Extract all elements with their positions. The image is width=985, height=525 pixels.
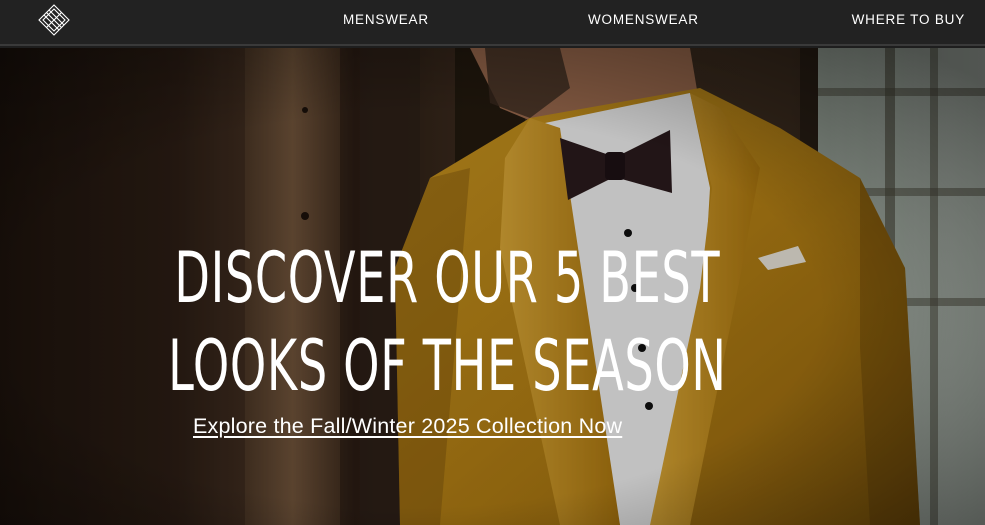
hero-headline: DISCOVER OUR 5 BEST LOOKS OF THE SEASON	[152, 234, 743, 410]
hero-headline-line-2: LOOKS OF THE SEASON	[168, 325, 727, 407]
hero-banner: DISCOVER OUR 5 BEST LOOKS OF THE SEASON …	[0, 48, 985, 525]
top-navigation-bar: MENSWEAR WOMENSWEAR WHERE TO BUY	[0, 0, 985, 46]
diamond-lattice-logo-icon[interactable]	[37, 3, 71, 37]
explore-collection-link[interactable]: Explore the Fall/Winter 2025 Collection …	[193, 414, 622, 439]
hero-headline-line-1: DISCOVER OUR 5 BEST	[174, 237, 721, 319]
nav-link-menswear[interactable]: MENSWEAR	[343, 12, 429, 27]
nav-link-where-to-buy[interactable]: WHERE TO BUY	[852, 12, 965, 27]
nav-link-womenswear[interactable]: WOMENSWEAR	[588, 12, 699, 27]
